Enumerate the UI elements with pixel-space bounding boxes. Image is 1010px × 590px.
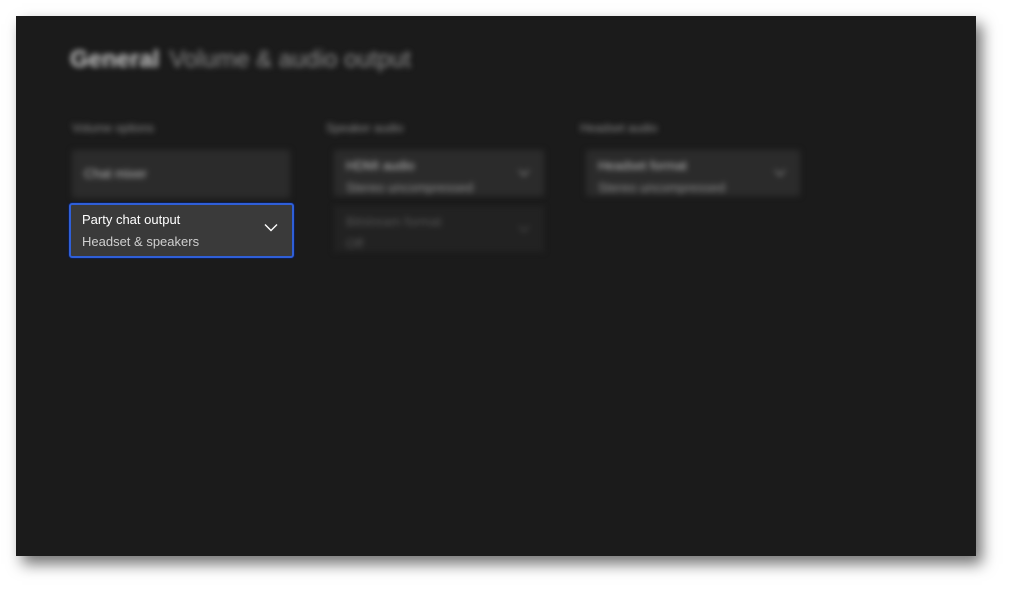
page-header: General Volume & audio output xyxy=(70,46,411,74)
chat-mixer-button[interactable]: Chat mixer xyxy=(72,150,290,198)
headset-format-dropdown[interactable]: Headset format Stereo uncompressed xyxy=(586,150,800,196)
chevron-down-icon xyxy=(774,169,786,177)
chat-mixer-label: Chat mixer xyxy=(84,166,147,181)
bitstream-format-label: Bitstream format xyxy=(346,214,442,229)
chevron-down-icon xyxy=(518,225,530,233)
speaker-audio-label: Speaker audio xyxy=(326,121,404,135)
chevron-down-icon xyxy=(264,224,278,232)
hdmi-audio-value: Stereo uncompressed xyxy=(346,180,474,195)
bitstream-format-value: Off xyxy=(346,236,364,251)
section-title: General xyxy=(70,46,160,73)
settings-screen: General Volume & audio output Volume opti… xyxy=(16,16,976,556)
hdmi-audio-dropdown[interactable]: HDMI audio Stereo uncompressed xyxy=(334,150,544,196)
party-chat-output-value: Headset & speakers xyxy=(82,234,200,249)
page-title: Volume & audio output xyxy=(169,46,411,73)
party-chat-output-label: Party chat output xyxy=(82,212,181,227)
headset-format-label: Headset format xyxy=(598,158,687,173)
headset-format-value: Stereo uncompressed xyxy=(598,180,726,195)
hdmi-audio-label: HDMI audio xyxy=(346,158,415,173)
party-chat-output-dropdown[interactable]: Party chat output Headset & speakers xyxy=(69,203,294,258)
volume-options-label: Volume options xyxy=(72,121,155,135)
bitstream-format-dropdown[interactable]: Bitstream format Off xyxy=(334,206,544,252)
chevron-down-icon xyxy=(518,169,530,177)
headset-audio-label: Headset audio xyxy=(580,121,658,135)
